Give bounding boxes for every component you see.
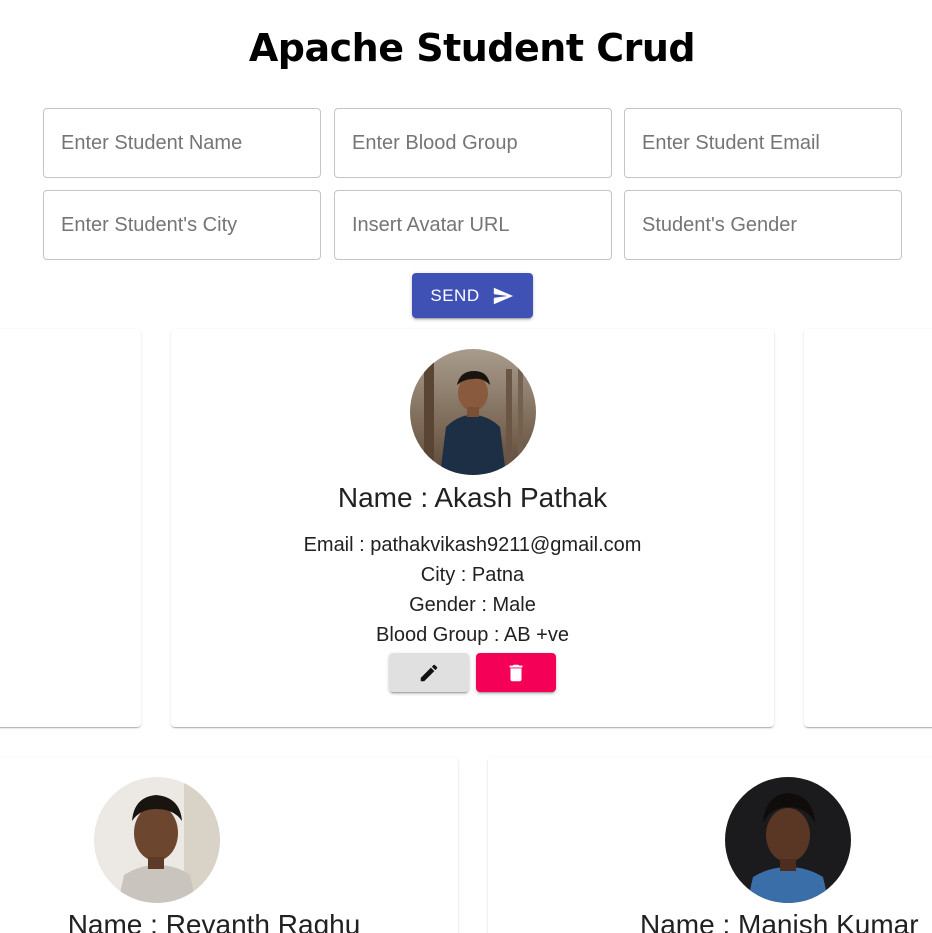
student-email-input[interactable] (625, 109, 901, 177)
send-button[interactable]: SEND (412, 273, 533, 318)
student-gender-field-wrapper (624, 190, 902, 260)
student-photo-icon (94, 777, 220, 903)
trash-icon (509, 664, 523, 681)
send-button-label: SEND (430, 285, 480, 305)
student-city: City : Patna (420, 564, 525, 586)
blood-group-field-wrapper (334, 108, 612, 178)
student-card-previous (0, 329, 141, 727)
student-blood-group: Blood Group : AB +ve (376, 624, 569, 646)
pencil-icon (420, 664, 438, 681)
student-photo-icon (410, 349, 536, 475)
student-gender: Gender : Male (409, 594, 536, 616)
student-name: Name : Akash Pathak (337, 482, 608, 513)
student-avatar (94, 777, 220, 903)
student-email: Email : pathakvikash9211@gmail.com (303, 534, 642, 556)
student-card: Name : Revanth Raghu (0, 757, 458, 933)
student-email-field-wrapper (624, 108, 902, 178)
student-city-field-wrapper (43, 190, 321, 260)
student-card-next (804, 329, 932, 727)
student-avatar (725, 777, 851, 903)
page: Apache Student Crud SEND (0, 0, 932, 933)
delete-button[interactable] (476, 653, 556, 692)
edit-button[interactable] (389, 653, 469, 692)
student-name: Name : Revanth Raghu (67, 909, 361, 933)
student-avatar (410, 349, 536, 475)
student-name-input[interactable] (44, 109, 320, 177)
avatar-url-field-wrapper (334, 190, 612, 260)
student-card: Name : Manish Kumar (488, 757, 932, 933)
student-card: Name : Akash Pathak Email : pathakvikash… (171, 329, 774, 727)
avatar-url-input[interactable] (335, 191, 611, 259)
student-name: Name : Manish Kumar (640, 909, 919, 933)
student-gender-input[interactable] (625, 191, 901, 259)
send-icon (493, 287, 513, 304)
student-photo-icon (725, 777, 851, 903)
student-city-input[interactable] (44, 191, 320, 259)
page-title: Apache Student Crud (248, 26, 696, 70)
student-name-field-wrapper (43, 108, 321, 178)
blood-group-input[interactable] (335, 109, 611, 177)
